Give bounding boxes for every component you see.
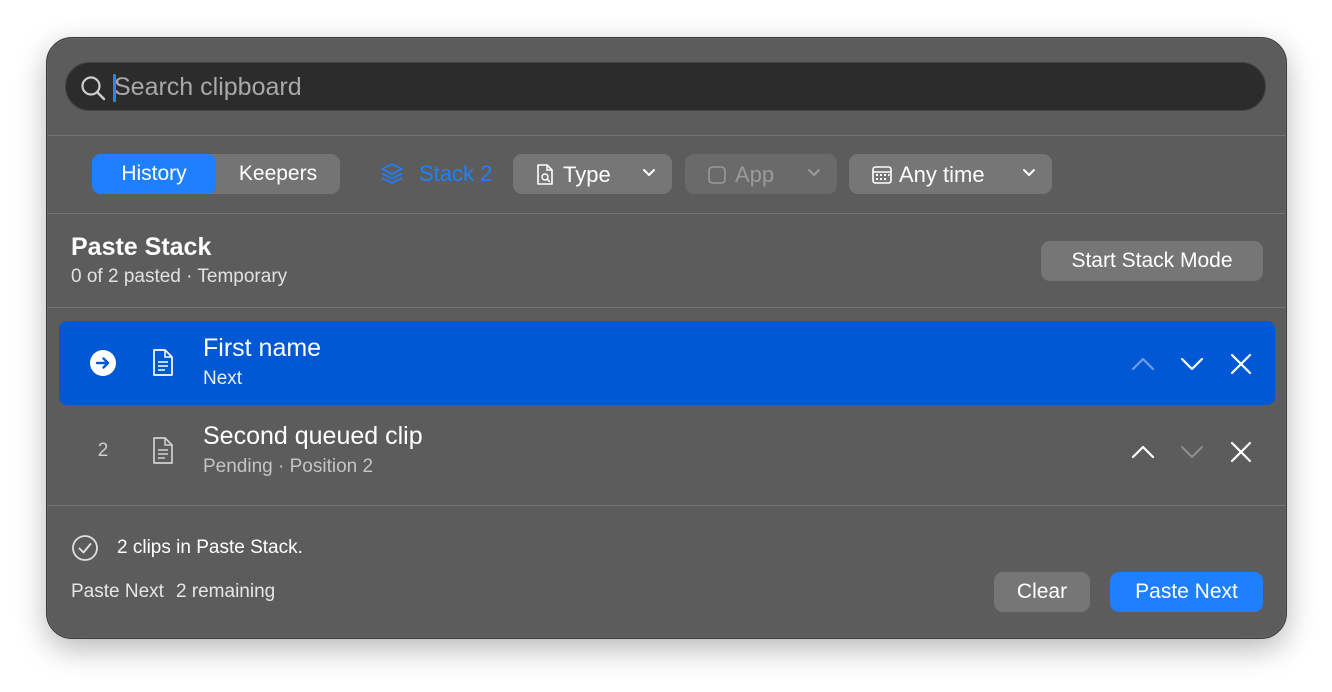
hint-remaining: 2 remaining — [175, 581, 276, 602]
chevron-down-icon — [1023, 169, 1035, 176]
checkmark-circle-icon — [72, 535, 98, 561]
time-dropdown[interactable]: Any time — [849, 154, 1052, 194]
source-segmented-control: History Keepers — [92, 154, 340, 194]
type-dropdown[interactable]: Type — [513, 154, 672, 194]
text-caret — [113, 74, 116, 102]
row-subtitle: Next — [203, 368, 243, 389]
tab-keepers[interactable]: Keepers — [216, 154, 340, 194]
remove-icon[interactable] — [1228, 439, 1254, 465]
row-subtitle: Pending · Position 2 — [203, 456, 374, 477]
checkbox-icon — [708, 166, 726, 184]
paste-stack-subtitle: 0 of 2 pasted · Temporary — [71, 266, 288, 287]
row-title: Second queued clip — [203, 422, 423, 450]
move-down-icon[interactable] — [1179, 439, 1205, 465]
app-dropdown-label: App — [735, 162, 775, 187]
chevron-down-icon — [643, 169, 655, 176]
move-down-icon[interactable] — [1179, 351, 1205, 377]
stack-filter[interactable]: Stack 2 — [379, 154, 492, 194]
paste-stack-title: Paste Stack — [71, 233, 212, 261]
footer-hint: Paste Next 2 remaining — [71, 581, 275, 603]
clipboard-window: History Keepers Stack 2 Type App — [46, 37, 1287, 639]
app-dropdown[interactable]: App — [685, 154, 837, 194]
move-up-icon[interactable] — [1130, 351, 1156, 377]
time-dropdown-label: Any time — [899, 162, 985, 187]
tab-history[interactable]: History — [92, 154, 216, 194]
divider — [47, 135, 1286, 136]
stack-row[interactable]: 2 Second queued clip Pending · Position … — [59, 409, 1275, 493]
document-icon — [153, 437, 173, 464]
row-title: First name — [203, 334, 322, 362]
search-input[interactable] — [114, 69, 1244, 105]
calendar-icon — [872, 166, 892, 184]
status-message: 2 clips in Paste Stack. — [71, 534, 303, 562]
document-icon — [153, 349, 173, 376]
paste-next-button[interactable]: Paste Next — [1110, 572, 1263, 612]
search-icon — [81, 76, 106, 101]
document-search-icon — [537, 164, 553, 185]
next-indicator — [89, 349, 117, 377]
divider — [47, 307, 1286, 308]
remove-icon[interactable] — [1228, 351, 1254, 377]
row-number: 2 — [97, 440, 109, 461]
divider — [47, 213, 1286, 214]
stack-row[interactable]: First name Next — [59, 321, 1275, 405]
row-position: 2 — [89, 437, 117, 465]
layers-icon — [381, 163, 403, 184]
stack-filter-label: Stack 2 — [419, 161, 493, 186]
search-bar[interactable] — [65, 62, 1266, 111]
status-text: 2 clips in Paste Stack. — [117, 537, 303, 558]
clear-button[interactable]: Clear — [994, 572, 1090, 612]
start-stack-mode-button[interactable]: Start Stack Mode — [1041, 241, 1263, 281]
chevron-down-icon — [808, 169, 820, 176]
arrow-right-circle-icon — [90, 350, 116, 376]
divider — [47, 505, 1286, 506]
hint-action: Paste Next — [71, 581, 164, 602]
move-up-icon[interactable] — [1130, 439, 1156, 465]
type-dropdown-label: Type — [563, 162, 611, 187]
